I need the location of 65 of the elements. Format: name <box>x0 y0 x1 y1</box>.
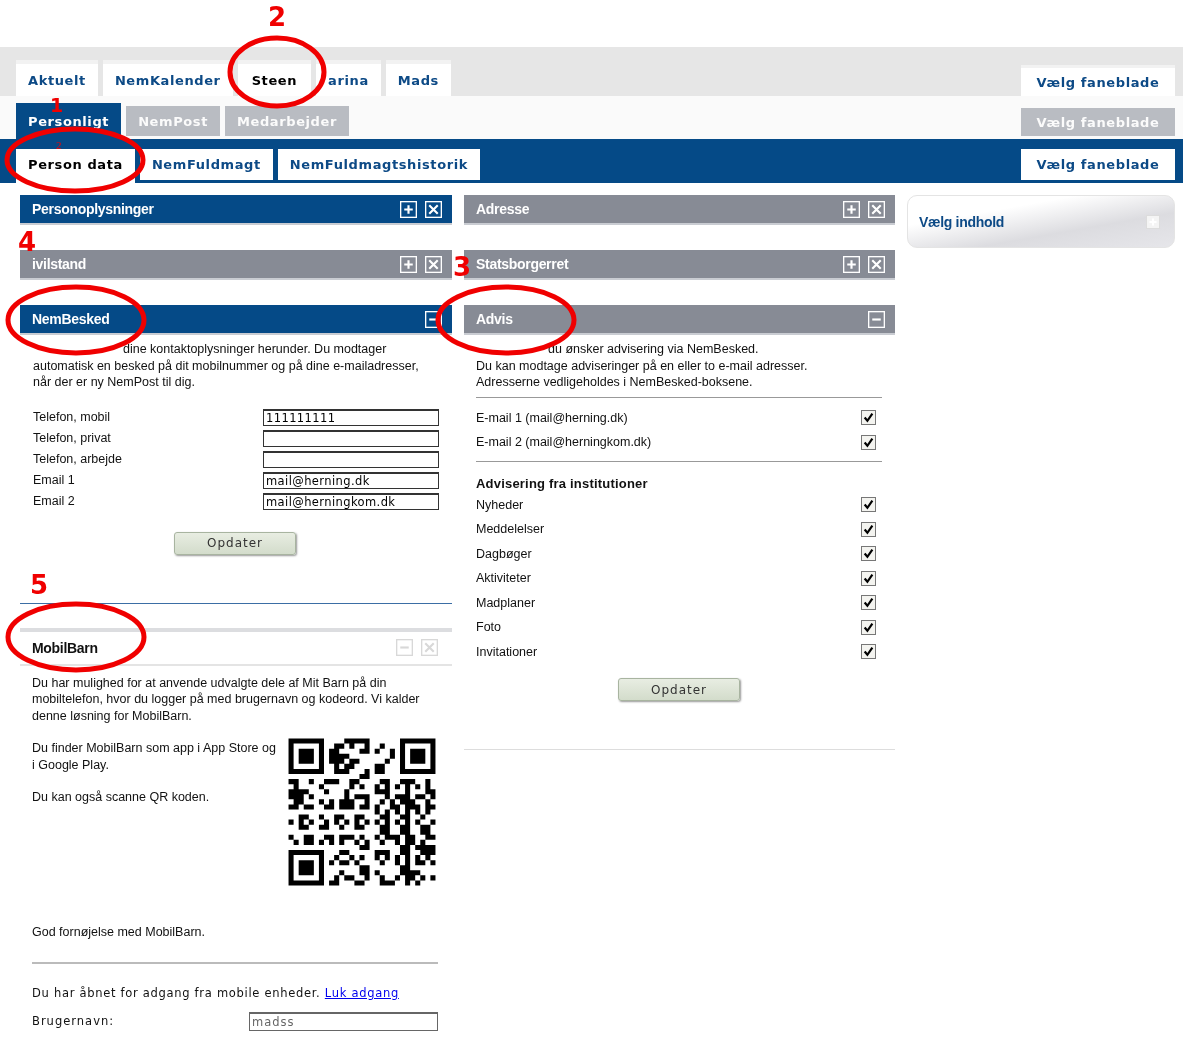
input-field[interactable]: mail@herningkom.dk <box>263 492 439 510</box>
tab[interactable]: NemKalender <box>102 60 233 96</box>
panel-title: NemBesked <box>32 311 110 327</box>
checkbox[interactable] <box>861 410 876 426</box>
section-heading: Advisering fra institutioner <box>476 475 649 491</box>
panel-title: Statsborgerret <box>476 256 569 272</box>
field-label: Telefon, arbejde <box>33 452 123 466</box>
tab[interactable]: NemFuldmagt <box>139 149 273 180</box>
tab[interactable]: Steen <box>237 60 312 96</box>
checkbox[interactable] <box>861 521 876 537</box>
tab[interactable]: arina <box>316 60 381 96</box>
checkbox[interactable] <box>861 546 876 562</box>
checkbox[interactable] <box>861 619 876 635</box>
checkbox[interactable] <box>861 644 876 660</box>
option-label: Dagbøger <box>476 546 532 561</box>
field-label: Telefon, mobil <box>33 410 112 424</box>
input-field[interactable]: 111111111 <box>263 408 439 426</box>
field-label: Email 2 <box>33 494 76 508</box>
scan-text: Du kan også scanne QR koden. <box>32 789 211 806</box>
panel-title: ivilstand <box>32 256 87 272</box>
panel-title: Personoplysninger <box>32 201 154 217</box>
choose-tab-button[interactable]: Vælg faneblade <box>1021 65 1175 96</box>
input-field[interactable]: mail@herning.dk <box>263 471 439 489</box>
option-label: E-mail 1 (mail@herning.dk) <box>476 410 628 425</box>
annotation-number: 2 <box>56 140 62 151</box>
store-text: Du finder MobilBarn som app i App Store og i Google Play. <box>32 740 277 773</box>
tab[interactable]: NemFuldmagtshistorik <box>277 149 480 180</box>
tab[interactable]: Person data <box>16 149 135 183</box>
option-label: Meddelelser <box>476 522 545 537</box>
field-label: Telefon, privat <box>33 431 112 445</box>
annotation-number: 3 <box>453 254 472 280</box>
update-button[interactable]: Opdater <box>618 678 740 701</box>
field-label: Brugernavn: <box>32 1014 115 1028</box>
access-text: Du har åbnet for adgang fra mobile enheder. Luk adgang <box>32 985 400 1000</box>
panel-title: Adresse <box>476 201 530 217</box>
intro-text: Du har mulighed for at anvende udvalgte dele af Mit Barn på din mobiltelefon, hvor du logger på med brugernavn og kodeord. Vi kalder denne løsning for MobilBarn. <box>32 674 421 724</box>
annotation-number: 5 <box>30 572 49 598</box>
option-label: E-mail 2 (mail@herningkom.dk) <box>476 435 652 450</box>
widget-title[interactable]: Vælg indhold <box>919 213 1005 230</box>
expand-icon[interactable] <box>400 200 417 218</box>
intro-text: Du kan modtage adviseringer på en eller to e-mail adresser. <box>476 357 809 374</box>
update-button[interactable]: Opdater <box>174 531 296 555</box>
option-label: Aktiviteter <box>476 571 531 586</box>
panel-title: MobilBarn <box>32 639 98 656</box>
input-field[interactable] <box>263 429 439 447</box>
input-field[interactable] <box>263 450 439 468</box>
tab[interactable]: Mads <box>385 60 451 96</box>
field-label: Email 1 <box>33 473 76 487</box>
panel-title: Advis <box>476 311 513 327</box>
checkbox[interactable] <box>861 595 876 611</box>
tab[interactable]: Aktuelt <box>16 60 98 96</box>
annotation-number: 4 <box>18 229 37 255</box>
intro-text: dine kontaktoplysninger herunder. Du modtager automatisk en besked på dit mobilnummer og på dine e-mailadresser, når der er ny NemPost til dig. <box>33 341 420 391</box>
option-label: Madplaner <box>476 595 536 610</box>
closing-text: God fornøjelse med MobilBarn. <box>32 924 206 941</box>
intro-text: Adresserne vedligeholdes i NemBesked-boksene. <box>476 374 754 391</box>
close-access-link[interactable]: Luk adgang <box>324 985 399 1000</box>
choose-tab-button[interactable]: Vælg faneblade <box>1021 149 1175 180</box>
option-label: Foto <box>476 620 501 635</box>
annotation-number: 2 <box>268 4 287 30</box>
option-label: Nyheder <box>476 497 524 512</box>
checkbox[interactable] <box>861 497 876 513</box>
option-label: Invitationer <box>476 644 538 659</box>
checkbox[interactable] <box>861 434 876 450</box>
checkbox[interactable] <box>861 570 876 586</box>
